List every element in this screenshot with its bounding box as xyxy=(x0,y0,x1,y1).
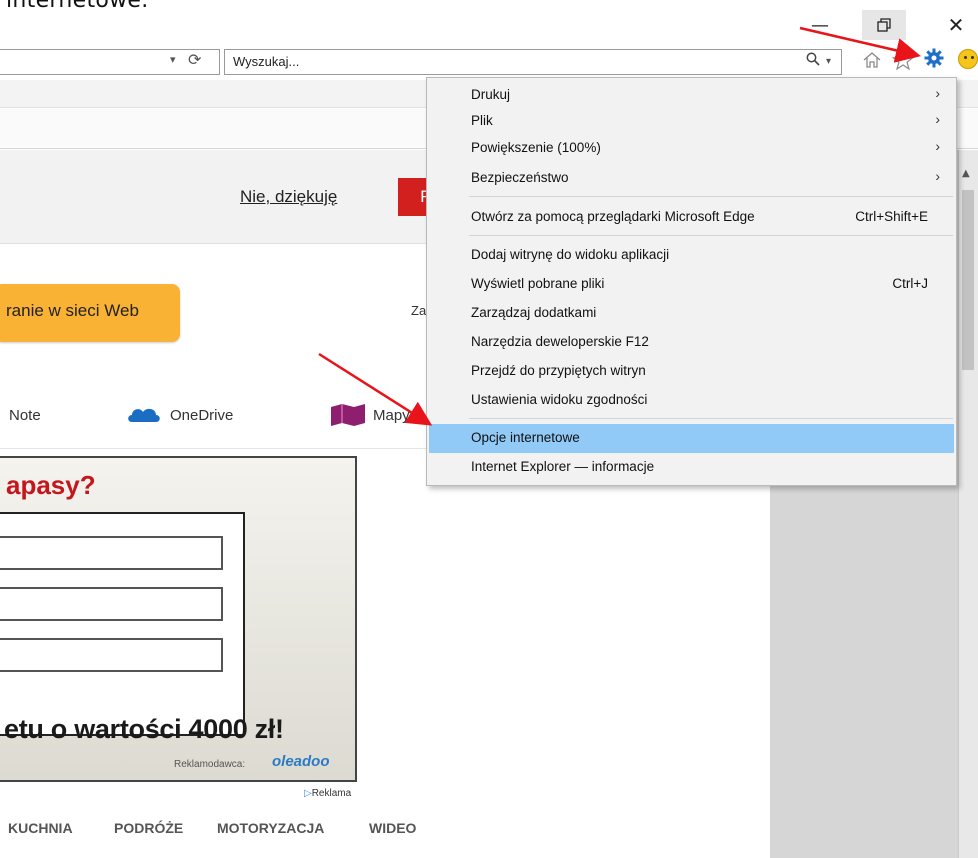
ad-advertiser-label: Reklamodawca: xyxy=(174,759,246,770)
tools-gear-icon[interactable] xyxy=(924,48,944,73)
menu-item-compatibility-view[interactable]: Ustawienia widoku zgodności xyxy=(429,386,954,415)
category-link[interactable]: PODRÓŻE xyxy=(114,820,183,836)
menu-item-label: Plik xyxy=(471,113,493,128)
menu-separator xyxy=(469,235,953,236)
address-dropdown-icon[interactable]: ▾ xyxy=(170,53,176,66)
menu-item-internet-options[interactable]: Opcje internetowe xyxy=(429,424,954,453)
minimize-button[interactable]: — xyxy=(798,10,842,40)
menu-item-label: Otwórz za pomocą przeglądarki Microsoft … xyxy=(471,209,755,224)
menu-item-zoom[interactable]: Powiększenie (100%) › xyxy=(429,134,954,163)
menu-item-label: Wyświetl pobrane pliki xyxy=(471,276,605,291)
menu-item-label: Drukuj xyxy=(471,87,511,102)
home-icon[interactable] xyxy=(862,50,882,75)
menu-separator xyxy=(469,196,953,197)
onedrive-link[interactable]: OneDrive xyxy=(170,407,233,424)
menu-item-shortcut: Ctrl+Shift+E xyxy=(855,209,928,224)
submenu-arrow-icon: › xyxy=(935,111,940,127)
menu-item-shortcut: Ctrl+J xyxy=(892,276,928,291)
menu-item-label: Zarządzaj dodatkami xyxy=(471,305,597,320)
menu-item-pinned-sites[interactable]: Przejdź do przypiętych witryn xyxy=(429,357,954,386)
address-bar[interactable] xyxy=(0,49,220,75)
menu-item-add-site-to-apps[interactable]: Dodaj witrynę do widoku aplikacji xyxy=(429,241,954,270)
menu-item-label: Opcje internetowe xyxy=(471,430,580,445)
search-placeholder: Wyszukaj... xyxy=(233,54,300,69)
web-search-button-label: ranie w sieci Web xyxy=(6,301,139,320)
menu-item-view-downloads[interactable]: Wyświetl pobrane pliki Ctrl+J xyxy=(429,270,954,299)
submenu-arrow-icon: › xyxy=(935,138,940,154)
onedrive-cloud-icon[interactable] xyxy=(126,405,162,423)
menu-item-manage-addons[interactable]: Zarządzaj dodatkami xyxy=(429,299,954,328)
ad-reklama-label: Reklama xyxy=(311,788,352,799)
ad-title: apasy? xyxy=(6,470,96,500)
submenu-arrow-icon: › xyxy=(935,168,940,184)
page-top-text: internetowe. xyxy=(6,0,149,13)
ad-form-field[interactable] xyxy=(0,638,223,672)
menu-item-label: Bezpieczeństwo xyxy=(471,170,569,185)
menu-item-label: Dodaj witrynę do widoku aplikacji xyxy=(471,247,670,262)
feedback-smiley-icon[interactable] xyxy=(958,49,978,69)
category-link[interactable]: KUCHNIA xyxy=(8,820,73,836)
search-dropdown-icon[interactable]: ▾ xyxy=(826,56,831,67)
menu-item-label: Powiększenie (100%) xyxy=(471,140,601,155)
menu-item-about-ie[interactable]: Internet Explorer — informacje xyxy=(429,453,954,482)
ad-form-field[interactable] xyxy=(0,536,223,570)
restore-icon xyxy=(877,18,891,32)
close-button[interactable]: ✕ xyxy=(934,10,978,40)
refresh-icon[interactable]: ⟳ xyxy=(188,50,201,69)
menu-item-open-in-edge[interactable]: Otwórz za pomocą przeglądarki Microsoft … xyxy=(429,203,954,232)
submenu-arrow-icon: › xyxy=(935,85,940,101)
menu-item-file[interactable]: Plik › xyxy=(429,107,954,136)
web-search-button[interactable]: ranie w sieci Web xyxy=(0,284,180,342)
menu-item-security[interactable]: Bezpieczeństwo › xyxy=(429,164,954,193)
menu-item-developer-tools[interactable]: Narzędzia deweloperskie F12 xyxy=(429,328,954,357)
category-link[interactable]: WIDEO xyxy=(369,820,416,836)
search-icon[interactable] xyxy=(806,52,820,70)
tools-menu: Drukuj › Plik › Powiększenie (100%) › Bezpi… xyxy=(426,77,957,486)
maps-link[interactable]: Mapy xyxy=(373,407,410,424)
scrollbar-thumb[interactable] xyxy=(962,190,974,370)
search-input[interactable]: Wyszukaj... xyxy=(224,49,842,75)
no-thanks-link[interactable]: Nie, dziękuję xyxy=(240,187,337,207)
favorites-star-icon[interactable] xyxy=(891,49,915,76)
menu-item-label: Internet Explorer — informacje xyxy=(471,459,655,474)
menu-item-print[interactable]: Drukuj › xyxy=(429,81,954,110)
onenote-link[interactable]: Note xyxy=(9,407,41,424)
ad-form-field[interactable] xyxy=(0,587,223,621)
menu-item-label: Narzędzia deweloperskie F12 xyxy=(471,334,649,349)
menu-item-label: Przejdź do przypiętych witryn xyxy=(471,363,646,378)
scroll-up-icon[interactable]: ▲ xyxy=(962,168,970,179)
ad-reklama-link[interactable]: ▷Reklama xyxy=(304,788,351,799)
ad-bottom-text: etu o wartości 4000 zł! xyxy=(4,714,284,744)
category-link[interactable]: MOTORYZACJA xyxy=(217,820,324,836)
restore-button[interactable] xyxy=(862,10,906,40)
maps-icon[interactable] xyxy=(330,404,366,426)
za-text: Za xyxy=(411,303,427,318)
ad-advertiser-logo[interactable]: oleadoo xyxy=(272,753,330,770)
menu-separator xyxy=(469,418,953,419)
menu-item-label: Ustawienia widoku zgodności xyxy=(471,392,648,407)
ad-play-icon: ▷ xyxy=(304,788,312,799)
